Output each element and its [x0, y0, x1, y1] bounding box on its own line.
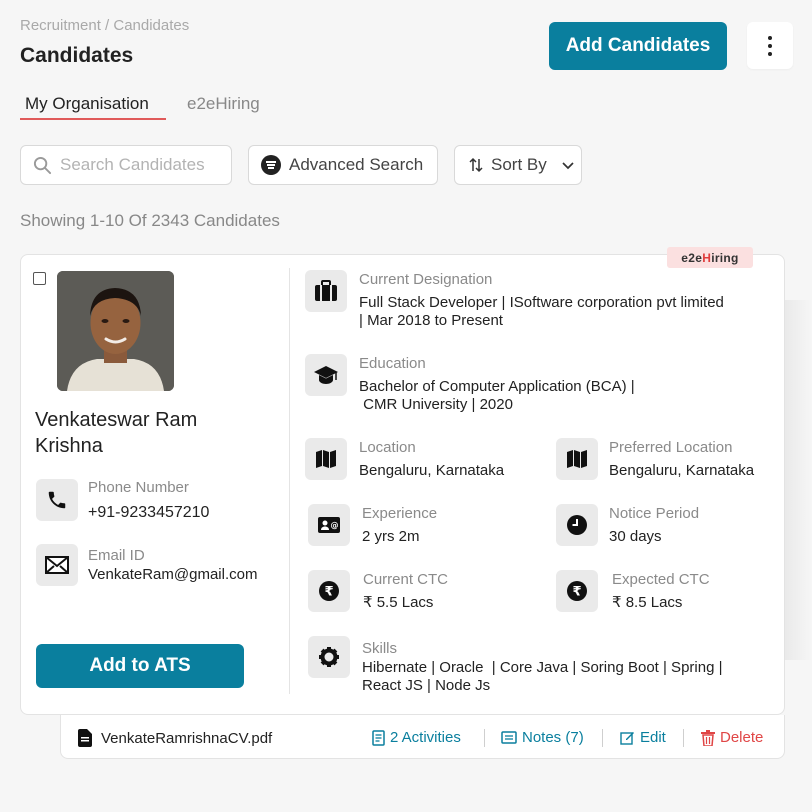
svg-text:₹: ₹	[324, 585, 333, 600]
resume-file-link[interactable]: VenkateRamrishnaCV.pdf	[78, 729, 272, 747]
current-ctc-value: ₹ 5.5 Lacs	[363, 594, 434, 611]
experience-label: Experience	[362, 505, 438, 522]
dot-icon	[768, 43, 772, 48]
advanced-search-button[interactable]: Advanced Search	[248, 145, 438, 185]
results-summary: Showing 1-10 Of 2343 Candidates	[20, 211, 280, 230]
tab-my-organisation[interactable]: My Organisation	[20, 94, 166, 120]
graduation-cap-icon	[305, 354, 347, 396]
email-label: Email ID	[88, 547, 145, 564]
tab-e2ehiring[interactable]: e2eHiring	[187, 94, 260, 120]
search-input[interactable]	[60, 155, 220, 175]
trash-icon	[701, 729, 715, 746]
clipboard-icon	[372, 729, 385, 746]
sort-by-dropdown[interactable]: Sort By	[454, 145, 582, 185]
designation-label: Current Designation	[359, 271, 493, 288]
document-icon	[78, 729, 92, 747]
add-to-ats-button[interactable]: Add to ATS	[36, 644, 244, 688]
dot-icon	[768, 35, 772, 40]
education-line1: Bachelor of Computer Application (BCA) |	[359, 378, 635, 395]
phone-value: +91-9233457210	[88, 504, 210, 521]
filter-icon	[261, 155, 281, 175]
skills-line1: Hibernate | Oracle | Core Java | Soring …	[362, 659, 723, 676]
experience-value: 2 yrs 2m	[362, 528, 420, 545]
sort-arrows-icon	[469, 157, 483, 173]
location-label: Location	[359, 439, 416, 456]
clock-icon	[556, 504, 598, 546]
notes-link[interactable]: Notes (7)	[501, 729, 584, 746]
select-candidate-checkbox[interactable]	[33, 272, 46, 285]
notice-period-value: 30 days	[609, 528, 662, 545]
designation-line2: | Mar 2018 to Present	[359, 312, 503, 329]
map-icon	[556, 438, 598, 480]
gear-icon	[308, 636, 350, 678]
education-line2: CMR University | 2020	[359, 396, 513, 413]
search-box[interactable]	[20, 145, 232, 185]
search-icon	[33, 156, 52, 174]
resume-filename: VenkateRamrishnaCV.pdf	[101, 729, 273, 747]
activities-link[interactable]: 2 Activities	[372, 729, 461, 746]
sort-by-label: Sort By	[491, 155, 547, 174]
notes-icon	[501, 731, 517, 744]
delete-label: Delete	[720, 729, 764, 746]
svg-text:@: @	[331, 521, 339, 530]
rupee-icon: ₹	[556, 570, 598, 612]
footer-separator	[602, 729, 603, 747]
notice-period-label: Notice Period	[609, 505, 700, 522]
notes-label: Notes (7)	[522, 729, 584, 746]
email-icon	[36, 544, 78, 586]
current-ctc-label: Current CTC	[363, 571, 449, 588]
edit-label: Edit	[640, 729, 666, 746]
e2ehiring-tag: e2e Hiring	[667, 247, 753, 268]
candidate-name: Venkateswar Ram Krishna	[35, 409, 198, 457]
designation-line1: Full Stack Developer | ISoftware corpora…	[359, 294, 724, 311]
page-title: Candidates	[20, 44, 134, 67]
avatar	[57, 271, 174, 391]
location-value: Bengaluru, Karnataka	[359, 462, 505, 479]
edit-icon	[620, 732, 634, 745]
expected-ctc-value: ₹ 8.5 Lacs	[612, 594, 683, 611]
footer-separator	[484, 729, 485, 747]
more-options-button[interactable]	[747, 22, 793, 69]
rupee-icon: ₹	[308, 570, 350, 612]
skills-line2: React JS | Node Js	[362, 677, 491, 694]
preferred-location-label: Preferred Location	[609, 439, 733, 456]
map-icon	[305, 438, 347, 480]
chevron-down-icon	[562, 162, 574, 170]
advanced-search-label: Advanced Search	[289, 155, 424, 174]
delete-link[interactable]: Delete	[701, 729, 763, 746]
briefcase-icon	[305, 270, 347, 312]
dot-icon	[768, 51, 772, 56]
email-value[interactable]: VenkateRam@gmail.com	[88, 566, 257, 584]
education-label: Education	[359, 355, 426, 372]
expected-ctc-label: Expected CTC	[612, 571, 710, 588]
phone-icon	[36, 479, 78, 521]
footer-separator	[683, 729, 684, 747]
skills-label: Skills	[362, 640, 398, 657]
phone-label: Phone Number	[88, 479, 189, 496]
breadcrumb: Recruitment / Candidates	[20, 17, 190, 34]
card-side-shadow	[785, 300, 812, 660]
id-card-icon: @	[308, 504, 350, 546]
add-candidates-button[interactable]: Add Candidates	[549, 22, 727, 70]
card-divider	[289, 268, 290, 694]
svg-text:₹: ₹	[572, 585, 581, 600]
preferred-location-value: Bengaluru, Karnataka	[609, 462, 755, 479]
edit-link[interactable]: Edit	[620, 729, 666, 746]
activities-label: 2 Activities	[390, 729, 461, 746]
